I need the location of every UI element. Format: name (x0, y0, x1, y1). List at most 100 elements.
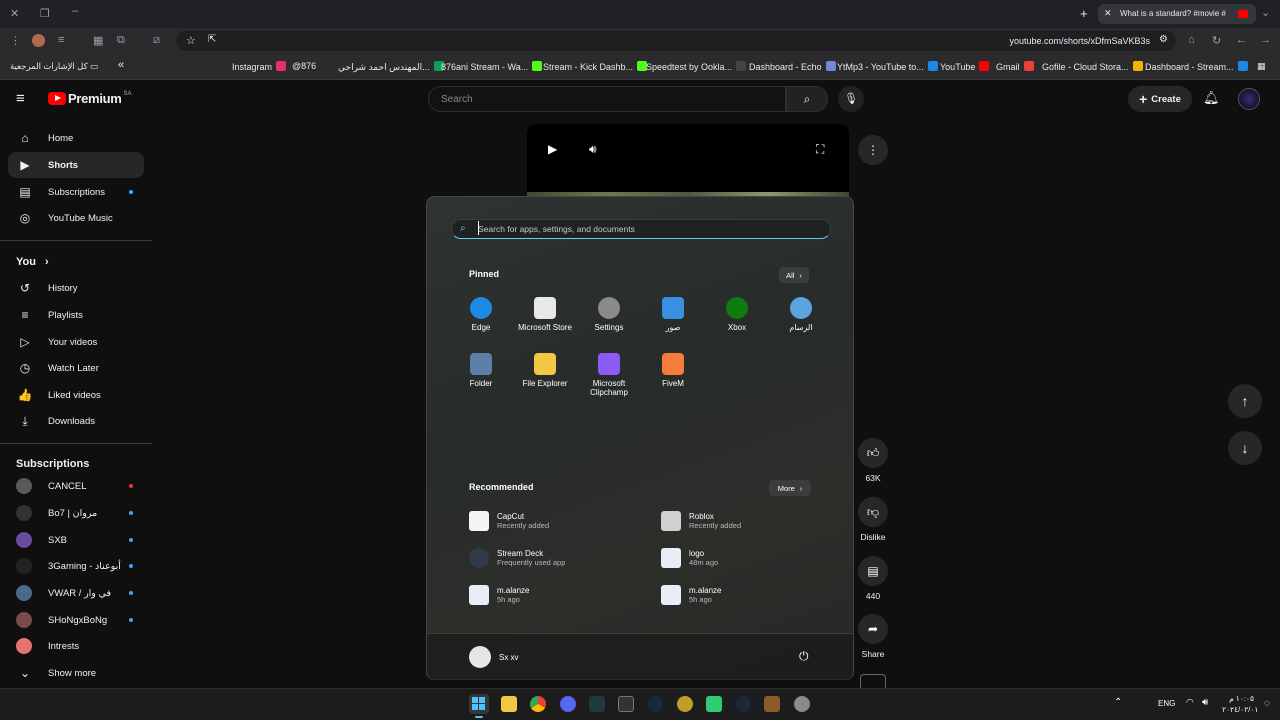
share-button[interactable]: ➦ (858, 614, 888, 644)
show-more-button[interactable]: ⌄ Show more (8, 660, 144, 686)
bookmark-item[interactable]: YouTube (940, 61, 990, 72)
create-button[interactable]: + Create (1128, 86, 1192, 112)
app-taskbar-icon[interactable] (677, 696, 693, 712)
browser-tab[interactable]: ✕ What is a standard? #movie # (1098, 4, 1256, 24)
pinned-app[interactable]: Microsoft Store (513, 297, 577, 332)
forward-icon[interactable]: → (1260, 34, 1271, 46)
pinned-app[interactable]: Settings (577, 297, 641, 332)
bookmark-item[interactable]: Gmail (996, 61, 1034, 72)
all-apps-button[interactable]: All › (779, 267, 809, 283)
power-icon[interactable]: ⏻ (799, 649, 809, 664)
sidebar-item-youtube-music[interactable]: ◎ YouTube Music (8, 205, 144, 231)
voice-search-button[interactable]: 🎙 (838, 86, 864, 112)
subscription-channel[interactable]: SXB (8, 527, 144, 553)
recommended-item[interactable]: logo 48m ago (661, 548, 718, 568)
file-explorer-taskbar-icon[interactable] (501, 696, 517, 712)
bookmark-item[interactable]: YtMp3 - YouTube to... (837, 61, 938, 72)
start-button[interactable] (469, 694, 489, 714)
bookmark-item[interactable]: Gofile - Cloud Stora... (1042, 61, 1143, 72)
like-button[interactable]: 👍︎ (858, 438, 888, 468)
subscription-channel[interactable]: Bo7 | مروان (8, 500, 144, 526)
bookmark-item[interactable]: Dashboard - Echo (749, 61, 836, 72)
start-search-input[interactable]: ⌕ Search for apps, settings, and documen… (451, 219, 831, 239)
sidebar-item-your-videos[interactable]: ▷ Your videos (8, 329, 144, 355)
url-field[interactable]: ☆ ⇱ youtube.com/shorts/xDfmSaVKB3s ⚙ (176, 31, 1176, 51)
dislike-button[interactable]: 👎︎ (858, 497, 888, 527)
recommended-item[interactable]: m.alanze 5h ago (661, 585, 721, 605)
reading-list-icon[interactable]: ≡ (58, 34, 64, 46)
extensions-icon[interactable]: ⧄ (153, 34, 160, 47)
play-icon[interactable]: ▶ (548, 142, 557, 156)
pinned-app[interactable]: FiveM (641, 353, 705, 388)
pinned-app[interactable]: Folder (449, 353, 513, 388)
language-indicator[interactable]: ENG (1158, 699, 1175, 708)
settings-taskbar-icon[interactable] (794, 696, 810, 712)
sidebar-item-home[interactable]: ⌂ Home (8, 125, 144, 151)
bookmark-item[interactable]: المهندس احمد شراحي... (338, 61, 444, 73)
close-window-icon[interactable]: ✕ (10, 7, 19, 20)
chrome-taskbar-icon[interactable] (530, 696, 546, 712)
terminal-taskbar-icon[interactable] (589, 696, 605, 712)
wifi-icon[interactable]: ◠ (1186, 697, 1194, 708)
notification-center-icon[interactable]: ◌ (1264, 698, 1270, 709)
comments-button[interactable]: ▤ (858, 556, 888, 586)
more-options-button[interactable]: ⋮ (858, 135, 888, 165)
reload-icon[interactable]: ↻ (1212, 34, 1221, 47)
bookmark-item[interactable]: 876ani Stream - Wa... (441, 61, 543, 72)
account-avatar[interactable] (1238, 88, 1260, 110)
hamburger-menu-icon[interactable]: ≡ (16, 90, 25, 107)
translate-icon[interactable]: ⧉ (117, 34, 125, 47)
user-account-button[interactable]: Sx xv (469, 646, 519, 668)
minecraft-taskbar-icon[interactable] (764, 696, 780, 712)
search-input[interactable]: Search (428, 86, 786, 112)
sidebar-item-history[interactable]: ↺ History (8, 275, 144, 301)
bookmark-star-icon[interactable]: ☆ (186, 34, 196, 47)
pinned-app[interactable]: Xbox (705, 297, 769, 332)
previous-short-button[interactable]: ↑ (1228, 384, 1262, 418)
sidebar-item-playlists[interactable]: ≡ Playlists (8, 302, 144, 328)
pinned-app[interactable]: File Explorer (513, 353, 577, 388)
recommended-item[interactable]: CapCut Recently added (469, 511, 549, 531)
minimize-window-icon[interactable]: – (72, 5, 78, 17)
search-button[interactable]: ⌕ (786, 86, 828, 112)
pinned-app[interactable]: Microsoft Clipchamp (577, 353, 641, 397)
steam-2-taskbar-icon[interactable] (735, 696, 751, 712)
tab-grid-icon[interactable]: ▦ (93, 34, 103, 47)
shorts-video-player[interactable]: ▶ 🔊︎ ⛶ (527, 124, 849, 198)
new-tab-button[interactable]: + (1080, 6, 1088, 21)
speaker-icon[interactable]: 🔊︎ (1202, 697, 1208, 708)
sidebar-item-downloads[interactable]: ⤓ Downloads (8, 408, 144, 434)
bookmark-item[interactable]: Stream - Kick Dashb... (543, 61, 648, 72)
subscription-channel[interactable]: CANCEL (8, 473, 144, 499)
bookmarks-overflow-icon[interactable]: ▦ (1257, 61, 1266, 72)
back-icon[interactable]: ← (1236, 34, 1247, 46)
site-settings-icon[interactable]: ⚙ (1159, 34, 1168, 45)
bookmark-item[interactable]: Speedtest by Ookla... (646, 61, 747, 72)
remix-button[interactable] (860, 674, 886, 688)
all-bookmarks-folder[interactable]: كل الإشارات المرجعية ▭ (10, 61, 98, 72)
share-page-icon[interactable]: ⇱ (208, 34, 216, 45)
volume-icon[interactable]: 🔊︎ (589, 142, 597, 157)
subscription-channel[interactable]: SHoNgxBoNg (8, 607, 144, 633)
subscription-channel[interactable]: Intrests (8, 633, 144, 659)
sidebar-item-watch-later[interactable]: ◷ Watch Later (8, 355, 144, 381)
menu-kebab-icon[interactable]: ⋮ (10, 34, 21, 47)
notifications-bell-icon[interactable]: 🔔︎ (1203, 90, 1220, 106)
fullscreen-icon[interactable]: ⛶ (816, 142, 824, 157)
pinned-app[interactable]: الرسام (769, 297, 833, 332)
restore-window-icon[interactable]: ❐ (40, 7, 50, 20)
pinned-app[interactable]: Edge (449, 297, 513, 332)
show-hidden-icons-icon[interactable]: ⌃ (1114, 697, 1122, 708)
clock[interactable]: ١٠:٠٥ م ٢٠٢٤/٠٢/٠١ (1222, 693, 1258, 715)
close-tab-icon[interactable]: ✕ (1104, 8, 1112, 19)
you-section-heading[interactable]: You › (16, 256, 49, 268)
bookmark-item[interactable]: Dashboard - Stream... (1145, 61, 1248, 72)
recommended-item[interactable]: m.alanze 5h ago (469, 585, 529, 605)
youtube-premium-logo[interactable]: Premium SA (48, 91, 132, 106)
recommended-item[interactable]: Stream Deck Frequently used app (469, 548, 565, 568)
subscription-channel[interactable]: VWAR / في وار (8, 580, 144, 606)
more-button[interactable]: More › (769, 480, 811, 496)
sidebar-item-liked-videos[interactable]: 👍 Liked videos (8, 382, 144, 408)
steam-taskbar-icon[interactable] (647, 696, 663, 712)
pinned-app[interactable]: صور (641, 297, 705, 332)
